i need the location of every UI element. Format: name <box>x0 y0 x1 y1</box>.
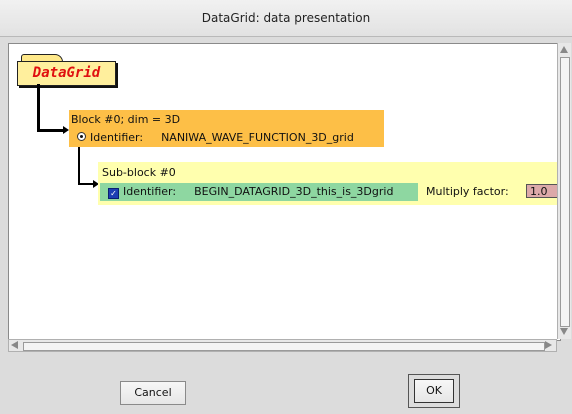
subblock-identifier-row[interactable]: ✓ Identifier: BEGIN_DATAGRID_3D_this_is_3D… <box>100 183 418 201</box>
radio-selected-icon[interactable] <box>77 132 86 141</box>
vertical-scrollbar[interactable] <box>557 43 571 339</box>
identifier-value: NANIWA_WAVE_FUNCTION_3D_grid <box>161 131 354 144</box>
scroll-left-icon[interactable] <box>11 341 18 349</box>
tree-connector-vertical <box>37 84 40 132</box>
cancel-button[interactable]: Cancel <box>120 381 186 405</box>
multiply-factor-input[interactable]: 1.0 <box>526 184 558 198</box>
block-identifier-row[interactable]: Identifier: NANIWA_WAVE_FUNCTION_3D_grid <box>71 130 384 146</box>
multiply-factor-label: Multiply factor: <box>426 185 509 198</box>
horizontal-scrollbar[interactable] <box>8 339 557 352</box>
checkbox-checked-icon[interactable]: ✓ <box>108 188 119 199</box>
subblock-0: Sub-block #0 ✓ Identifier: BEGIN_DATAGRID_… <box>98 162 560 205</box>
scroll-right-icon[interactable] <box>545 341 552 349</box>
datagrid-tree-canvas: DataGrid Block #0; dim = 3D Identifier: N… <box>8 43 561 341</box>
scroll-down-icon[interactable] <box>560 328 568 335</box>
vertical-scroll-thumb[interactable] <box>560 57 570 327</box>
datagrid-root-label: DataGrid <box>17 61 116 86</box>
ok-button[interactable]: OK <box>414 379 454 403</box>
identifier-label: Identifier: <box>123 185 177 198</box>
tree-connector-horizontal <box>37 129 63 132</box>
subtree-connector-horizontal <box>78 183 94 185</box>
datagrid-folder[interactable]: DataGrid <box>17 54 117 87</box>
identifier-value: BEGIN_DATAGRID_3D_this_is_3Dgrid <box>194 185 394 198</box>
scroll-up-icon[interactable] <box>560 46 568 53</box>
block-header: Block #0; dim = 3D <box>71 113 181 126</box>
subtree-connector-vertical <box>78 147 80 185</box>
window-title: DataGrid: data presentation <box>0 0 572 37</box>
block-0: Block #0; dim = 3D Identifier: NANIWA_WAV… <box>69 110 384 147</box>
subblock-header: Sub-block #0 <box>102 166 176 179</box>
identifier-label: Identifier: <box>90 131 144 144</box>
horizontal-scroll-thumb[interactable] <box>23 342 545 351</box>
